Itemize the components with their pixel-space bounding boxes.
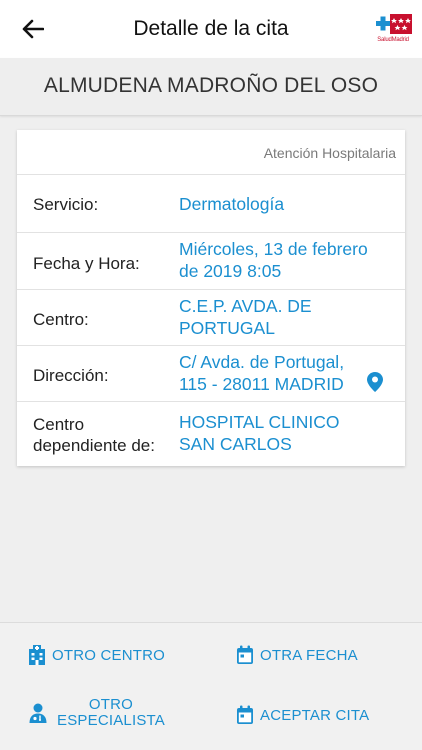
other-center-button[interactable]: OTRO CENTRO [28, 645, 165, 665]
other-specialist-label-line1: OTRO [88, 696, 134, 713]
center-value-line2: PORTUGAL [179, 318, 275, 338]
appointment-type: Atención Hospitalaria [263, 145, 396, 161]
dependent-center-value: HOSPITAL CLINICO SAN CARLOS [179, 411, 399, 455]
service-row: Servicio: Dermatología [17, 175, 405, 233]
other-center-label: OTRO CENTRO [52, 646, 166, 664]
app-header: Detalle de la cita SaludMadrid [0, 0, 422, 58]
dependent-center-row: Centro dependiente de: HOSPITAL CLINICO … [17, 402, 405, 466]
location-pin-icon[interactable] [367, 372, 383, 392]
center-value: C.E.P. AVDA. DE PORTUGAL [179, 295, 399, 339]
dependent-center-label-line1: Centro [33, 415, 85, 434]
appointment-type-header: Atención Hospitalaria [17, 130, 405, 175]
datetime-value-line1: Miércoles, 13 de febrero [179, 239, 368, 259]
dependent-center-value-line2: SAN CARLOS [179, 434, 292, 454]
address-value[interactable]: C/ Avda. de Portugal, 115 - 28011 MADRID [179, 351, 399, 395]
calendar-icon [237, 645, 253, 664]
service-label: Servicio: [33, 195, 99, 214]
other-specialist-label-line2: ESPECIALISTA [57, 712, 165, 729]
hospital-building-icon [29, 645, 45, 665]
datetime-value-line2: de 2019 8:05 [179, 261, 282, 281]
center-value-line1: C.E.P. AVDA. DE [179, 296, 312, 316]
address-label: Dirección: [33, 366, 109, 385]
other-date-button[interactable]: OTRA FECHA [236, 645, 358, 665]
address-value-line2: 115 - 28011 MADRID [179, 374, 344, 394]
other-specialist-button[interactable]: OTRO ESPECIALISTA [29, 697, 165, 729]
salud-madrid-logo: SaludMadrid [372, 12, 414, 46]
salud-madrid-emblem-icon [376, 14, 412, 34]
datetime-row: Fecha y Hora: Miércoles, 13 de febrero d… [17, 233, 405, 290]
dependent-center-label-line2: dependiente de: [33, 436, 155, 455]
bottom-actions: OTRO CENTRO OTRA FECHA OTRO ESPECIALISTA [0, 622, 422, 750]
patient-bar: ALMUDENA MADROÑO DEL OSO [0, 58, 422, 116]
center-row: Centro: C.E.P. AVDA. DE PORTUGAL [17, 290, 405, 346]
accept-appointment-label: ACEPTAR CITA [260, 706, 370, 724]
dependent-center-label: Centro dependiente de: [33, 414, 155, 456]
datetime-label: Fecha y Hora: [33, 254, 140, 273]
address-value-line1: C/ Avda. de Portugal, [179, 352, 345, 372]
doctor-icon [29, 703, 47, 723]
page-title: Detalle de la cita [133, 17, 289, 40]
center-label: Centro: [33, 310, 89, 329]
other-specialist-label: OTRO ESPECIALISTA [57, 697, 165, 729]
address-row[interactable]: Dirección: C/ Avda. de Portugal, 115 - 2… [17, 346, 405, 402]
calendar-icon [237, 705, 253, 724]
accept-appointment-button[interactable]: ACEPTAR CITA [236, 705, 369, 725]
dependent-center-value-line1: HOSPITAL CLINICO [179, 412, 340, 432]
patient-name: ALMUDENA MADROÑO DEL OSO [43, 74, 379, 97]
datetime-value: Miércoles, 13 de febrero de 2019 8:05 [179, 238, 399, 282]
logo-text: SaludMadrid [377, 37, 409, 43]
appointment-card: Atención Hospitalaria Servicio: Dermatol… [17, 130, 405, 466]
service-value: Dermatología [179, 194, 285, 214]
other-date-label: OTRA FECHA [260, 646, 358, 664]
